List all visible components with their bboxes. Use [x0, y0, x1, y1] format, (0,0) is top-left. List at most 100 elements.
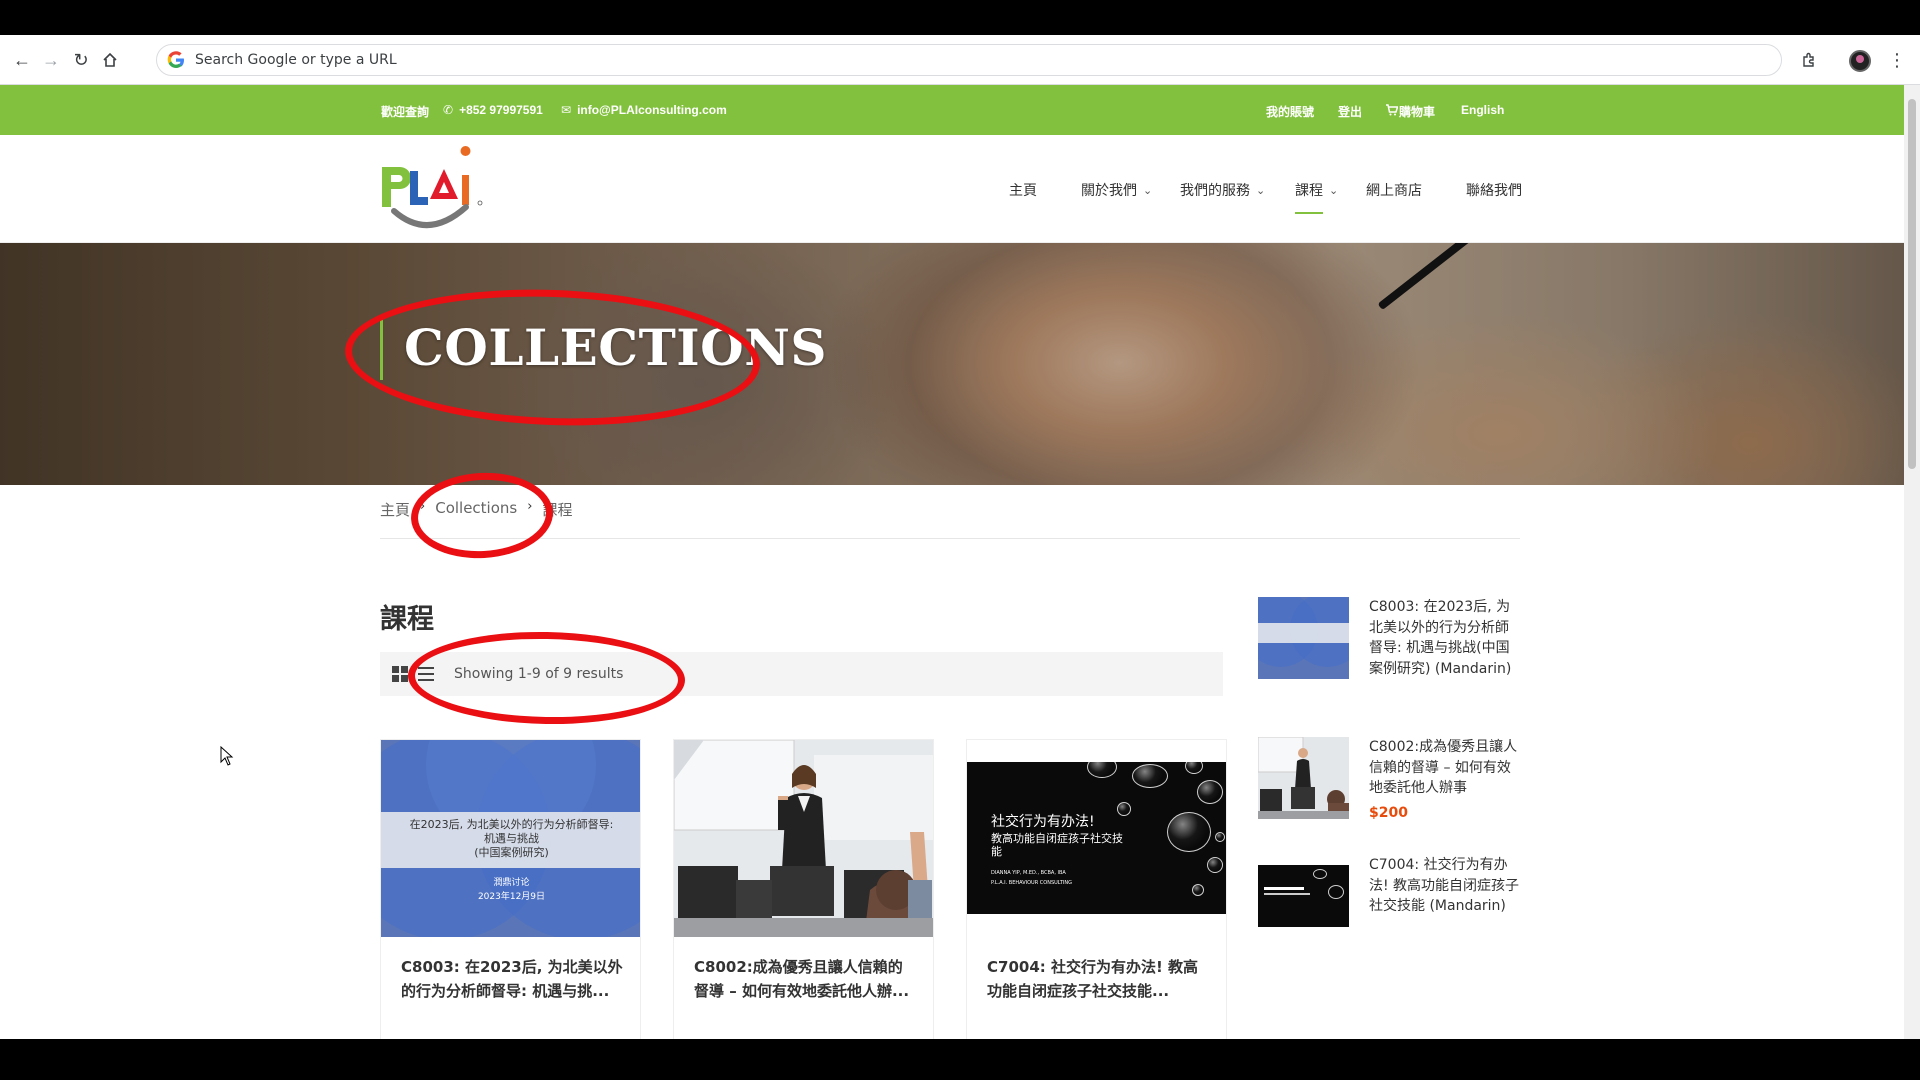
- envelope-icon: ✉: [561, 103, 572, 117]
- sidebar-product-price: $200: [1369, 805, 1408, 821]
- product-title[interactable]: C8003: 在2023后, 为北美以外的行为分析師督导: 机遇与挑...: [401, 955, 623, 1003]
- list-view-icon[interactable]: [418, 667, 434, 681]
- chevron-down-icon: ⌄: [1256, 184, 1266, 197]
- google-g-icon: [167, 51, 184, 68]
- sidebar-product-title[interactable]: C8003: 在2023后, 为北美以外的行为分析師督导: 机遇与挑战(中国案例…: [1369, 597, 1521, 679]
- chevron-down-icon: ⌄: [1143, 184, 1153, 197]
- slide-text: 机遇与挑战: [484, 832, 539, 845]
- chevron-right-icon: ›: [527, 499, 533, 514]
- hero-accent-bar: [380, 318, 383, 380]
- nav-services[interactable]: 我們的服務 ⌄: [1180, 180, 1265, 200]
- sidebar-product[interactable]: C8003: 在2023后, 为北美以外的行为分析師督导: 机遇与挑战(中国案例…: [1258, 597, 1520, 687]
- email-label: info@PLAIconsulting.com: [577, 103, 727, 117]
- sidebar-thumbnail[interactable]: [1258, 737, 1349, 819]
- browser-toolbar: ← → ↻ Search Google or type a URL ⋮: [0, 35, 1920, 85]
- nav-shop[interactable]: 網上商店: [1366, 180, 1422, 200]
- chevron-right-icon: ›: [420, 499, 426, 514]
- shop-toolbar: Showing 1-9 of 9 results: [380, 652, 1223, 696]
- cart-icon: [1386, 104, 1399, 119]
- slide-text: 2023年12月9日: [477, 892, 546, 902]
- page-viewport: 歡迎查詢 ✆ +852 97997591 ✉ info@PLAIconsulti…: [0, 85, 1904, 1039]
- product-title[interactable]: C7004: 社交行为有办法! 教高功能自闭症孩子社交技能...: [987, 955, 1209, 1003]
- sidebar-product-title[interactable]: C8002:成為優秀且讓人信賴的督導 – 如何有效地委託他人辦事: [1369, 737, 1521, 799]
- slide-bubbles: 社交行为有办法! 教高功能自闭症孩子社交技能 DIANNA YIP, M.ED.…: [967, 762, 1226, 914]
- slide-org: P.L.A.I. BEHAVIOUR CONSULTING: [991, 880, 1073, 886]
- extensions-icon[interactable]: [1796, 47, 1822, 73]
- nav-courses-label: 課程: [1295, 182, 1323, 198]
- slide-title-band: 在2023后, 为北美以外的行为分析師督导: 机遇与挑战 (中国案例研究): [381, 812, 640, 868]
- product-title[interactable]: C8002:成為優秀且讓人信賴的督導 – 如何有效地委託他人辦...: [694, 955, 916, 1003]
- product-image[interactable]: 在2023后, 为北美以外的行为分析師督导: 机遇与挑战 (中国案例研究) 潤鼎…: [381, 740, 640, 937]
- sidebar-thumbnail[interactable]: [1258, 597, 1349, 679]
- slide-subtitle: 教高功能自闭症孩子社交技能: [991, 832, 1123, 858]
- slide-text: 潤鼎讨论: [493, 878, 530, 888]
- welcome-text: 歡迎查詢: [381, 103, 429, 120]
- sidebar-thumbnail[interactable]: [1258, 855, 1349, 937]
- nav-contact[interactable]: 聯絡我們: [1466, 180, 1522, 200]
- language-label: English: [1461, 103, 1505, 117]
- chevron-down-icon: ⌄: [1329, 184, 1339, 197]
- collection-heading: 課程: [380, 604, 434, 635]
- product-card[interactable]: 社交行为有办法! 教高功能自闭症孩子社交技能 DIANNA YIP, M.ED.…: [966, 739, 1227, 1039]
- profile-avatar[interactable]: [1849, 50, 1871, 72]
- back-icon[interactable]: ←: [9, 47, 35, 73]
- logout-label: 登出: [1338, 105, 1363, 119]
- email-link[interactable]: ✉ info@PLAIconsulting.com: [561, 103, 727, 117]
- nav-shop-label: 網上商店: [1366, 182, 1422, 198]
- account-label: 我的賬號: [1266, 105, 1315, 119]
- breadcrumb-home[interactable]: 主頁: [380, 499, 410, 520]
- results-count: Showing 1-9 of 9 results: [454, 666, 624, 682]
- breadcrumb-current: 課程: [542, 501, 573, 519]
- cart-label: 購物車: [1399, 105, 1436, 119]
- nav-home[interactable]: 主頁: [1009, 180, 1037, 200]
- logout-link[interactable]: 登出: [1338, 103, 1362, 120]
- nav-courses[interactable]: 課程 ⌄: [1295, 180, 1339, 214]
- phone-icon: ✆: [443, 103, 454, 117]
- classroom-photo: [674, 740, 933, 937]
- menu-dots-icon[interactable]: ⋮: [1884, 47, 1910, 73]
- product-image[interactable]: [674, 740, 933, 937]
- product-image[interactable]: 社交行为有办法! 教高功能自闭症孩子社交技能 DIANNA YIP, M.ED.…: [967, 740, 1226, 937]
- plai-logo[interactable]: [380, 145, 490, 233]
- nav-services-label: 我們的服務: [1180, 182, 1250, 198]
- hero-banner: COLLECTIONS: [0, 243, 1904, 485]
- window-bottom-frame: [0, 1039, 1920, 1080]
- page-scrollbar[interactable]: [1904, 85, 1920, 1039]
- product-card[interactable]: C8002:成為優秀且讓人信賴的督導 – 如何有效地委託他人辦...: [673, 739, 934, 1039]
- site-header: 主頁 關於我們 ⌄ 我們的服務 ⌄ 課程 ⌄ 網上商店 聯絡我們: [0, 135, 1904, 243]
- omnibox-placeholder: Search Google or type a URL: [195, 52, 397, 68]
- account-link[interactable]: 我的賬號: [1266, 103, 1314, 120]
- grid-view-icon[interactable]: [392, 666, 408, 682]
- breadcrumb-collections[interactable]: Collections: [435, 499, 517, 517]
- slide-subtitle: 潤鼎讨论 2023年12月9日: [381, 876, 640, 904]
- phone-link[interactable]: ✆ +852 97997591: [443, 103, 543, 117]
- sidebar-product[interactable]: C8002:成為優秀且讓人信賴的督導 – 如何有效地委託他人辦事 $200: [1258, 737, 1520, 827]
- slide-text: (中国案例研究): [474, 846, 549, 859]
- mouse-cursor-icon: [220, 746, 234, 766]
- home-icon[interactable]: [97, 47, 123, 73]
- reload-icon[interactable]: ↻: [68, 47, 94, 73]
- product-card[interactable]: 在2023后, 为北美以外的行为分析師督导: 机遇与挑战 (中国案例研究) 潤鼎…: [380, 739, 641, 1039]
- nav-home-label: 主頁: [1009, 182, 1037, 198]
- sidebar-product-title[interactable]: C7004: 社交行为有办法! 教高功能自闭症孩子社交技能 (Mandarin): [1369, 855, 1521, 917]
- breadcrumb: 主頁 › Collections › 課程: [380, 499, 1520, 539]
- slide-title: 社交行为有办法!: [991, 814, 1095, 830]
- phone-label: +852 97997591: [459, 103, 543, 117]
- page-title: COLLECTIONS: [404, 318, 828, 377]
- slide-text: 在2023后, 为北美以外的行为分析師督导:: [409, 818, 614, 831]
- nav-about-label: 關於我們: [1081, 182, 1137, 198]
- active-nav-indicator: [1295, 212, 1323, 214]
- sidebar-product[interactable]: C7004: 社交行为有办法! 教高功能自闭症孩子社交技能 (Mandarin): [1258, 855, 1520, 945]
- address-bar[interactable]: Search Google or type a URL: [156, 44, 1782, 76]
- cart-link[interactable]: 購物車: [1386, 103, 1435, 120]
- top-info-bar: 歡迎查詢 ✆ +852 97997591 ✉ info@PLAIconsulti…: [0, 85, 1904, 135]
- hero-photo-pencil: [1377, 243, 1564, 311]
- scrollbar-thumb[interactable]: [1908, 99, 1916, 469]
- nav-about[interactable]: 關於我們 ⌄: [1081, 180, 1152, 200]
- language-link[interactable]: English: [1461, 103, 1504, 117]
- nav-contact-label: 聯絡我們: [1466, 182, 1522, 198]
- welcome-label: 歡迎查詢: [381, 105, 430, 119]
- forward-icon[interactable]: →: [38, 47, 64, 73]
- slide-author: DIANNA YIP, M.ED., BCBA, IBA: [991, 870, 1066, 876]
- window-top-frame: [0, 0, 1920, 35]
